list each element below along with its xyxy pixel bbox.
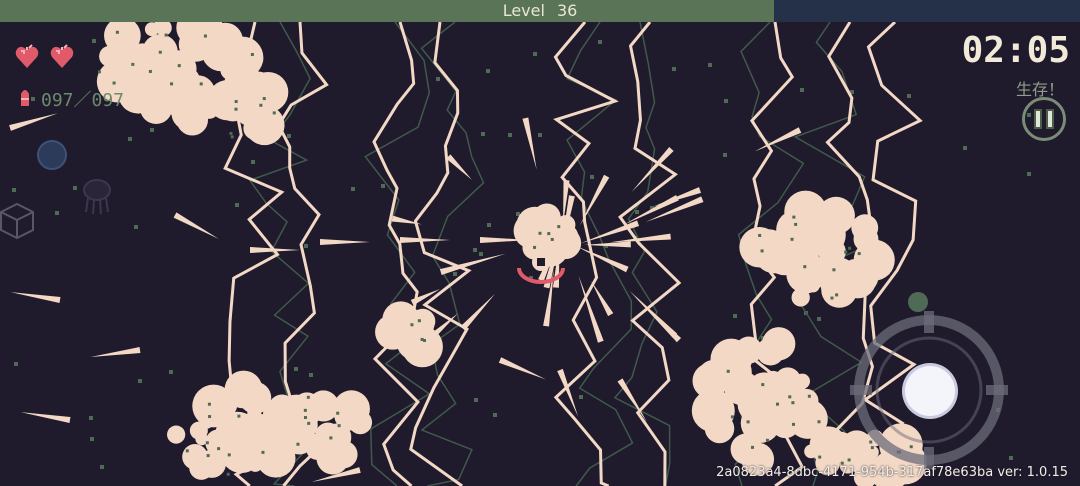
xp-gem bbox=[381, 184, 385, 188]
xp-gem bbox=[1027, 172, 1031, 176]
xp-gem bbox=[309, 373, 313, 377]
xp-gem bbox=[508, 133, 512, 137]
xp-gem bbox=[708, 63, 712, 67]
xp-gem bbox=[138, 379, 142, 383]
xp-gem bbox=[800, 88, 804, 92]
xp-gem bbox=[590, 175, 594, 179]
xp-gem bbox=[92, 39, 96, 43]
xp-gem bbox=[351, 187, 355, 191]
xp-gem bbox=[128, 137, 132, 141]
xp-gem bbox=[486, 69, 490, 73]
xp-gem bbox=[100, 465, 104, 469]
level-indicator: Level 36 bbox=[0, 0, 1080, 22]
level-value: 36 bbox=[556, 1, 578, 20]
xp-gem bbox=[134, 225, 138, 229]
xp-gem bbox=[31, 97, 35, 101]
xp-gem bbox=[538, 133, 542, 137]
xp-gem bbox=[73, 186, 77, 190]
xp-gem bbox=[1009, 456, 1013, 460]
pause-button[interactable] bbox=[1022, 97, 1066, 141]
blue-orb-enemy bbox=[37, 140, 67, 170]
bullet-icon bbox=[21, 90, 29, 106]
xp-gem bbox=[235, 203, 239, 207]
xp-gem bbox=[723, 153, 727, 157]
survival-timer: 02:05 bbox=[961, 30, 1070, 71]
xp-gem bbox=[817, 317, 821, 321]
xp-gem bbox=[436, 77, 440, 81]
xp-gem bbox=[487, 223, 491, 227]
build-info: 2a0823a4-8dbc-4171-954b-317af78e63ba ver… bbox=[716, 465, 1068, 480]
ammo-counter: 097／097 bbox=[41, 90, 125, 111]
xp-gem bbox=[473, 248, 477, 252]
xp-gem bbox=[90, 437, 94, 441]
xp-gem bbox=[672, 67, 676, 71]
heart-icon bbox=[15, 44, 39, 68]
xp-gem bbox=[89, 416, 93, 420]
xp-gem bbox=[481, 132, 485, 136]
joystick-knob[interactable] bbox=[905, 366, 955, 416]
xp-gem bbox=[635, 210, 639, 214]
xp-gem bbox=[479, 252, 483, 256]
xp-gem bbox=[251, 160, 255, 164]
green-slime-enemy bbox=[908, 292, 928, 312]
xp-gem bbox=[169, 370, 173, 374]
xp-gem bbox=[733, 314, 737, 318]
xp-gem bbox=[963, 146, 967, 150]
xp-gem bbox=[55, 211, 59, 215]
xp-gem bbox=[12, 188, 16, 192]
xp-gem bbox=[304, 244, 308, 248]
xp-gem bbox=[287, 134, 291, 138]
xp-gem bbox=[150, 128, 154, 132]
level-label: Level bbox=[502, 1, 545, 20]
heart-icon bbox=[50, 44, 74, 68]
xp-gem bbox=[579, 395, 583, 399]
game-viewport: Level 36 097／097 02:05 生存！ 2a0823a4-8dbc-… bbox=[0, 0, 1080, 486]
xp-gem bbox=[598, 40, 602, 44]
xp-gem bbox=[907, 94, 911, 98]
xp-gem bbox=[724, 99, 728, 103]
xp-gem bbox=[493, 413, 497, 417]
xp-bar: Level 36 bbox=[0, 0, 1080, 22]
xp-gem bbox=[453, 272, 457, 276]
xp-gem bbox=[533, 52, 537, 56]
xp-gem bbox=[294, 367, 298, 371]
xp-gem bbox=[474, 398, 478, 402]
xp-gem bbox=[14, 362, 18, 366]
